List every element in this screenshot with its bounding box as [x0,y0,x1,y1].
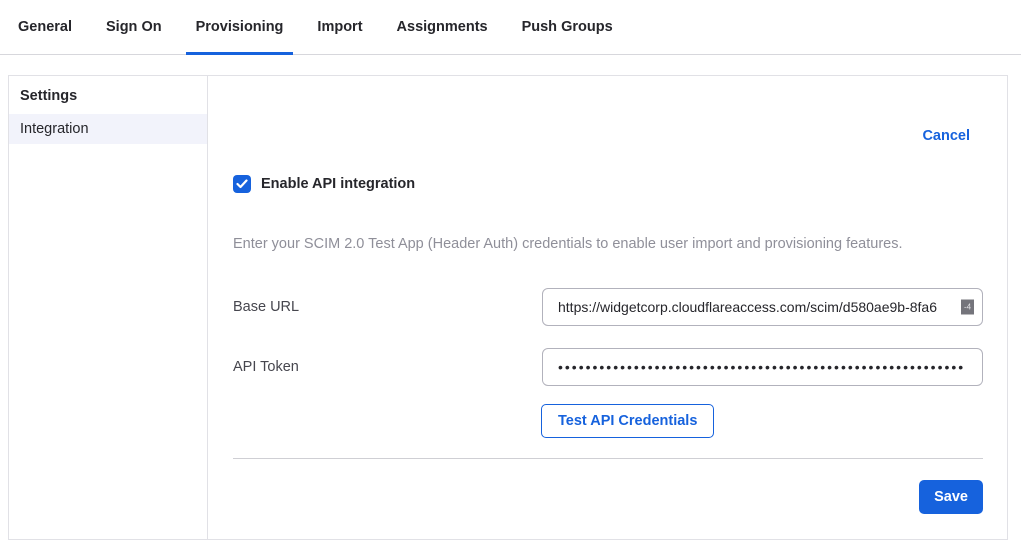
checkmark-icon [236,179,248,189]
base-url-label: Base URL [233,299,542,315]
base-url-input-wrap: -4 [542,288,983,326]
save-button[interactable]: Save [919,480,983,514]
tab-import[interactable]: Import [307,0,372,54]
enable-api-row: Enable API integration [233,175,983,193]
base-url-row: Base URL -4 [233,288,983,326]
test-api-credentials-button[interactable]: Test API Credentials [541,404,714,438]
settings-sidebar: Settings Integration [9,76,208,539]
test-credentials-row: Test API Credentials [541,404,983,438]
app-tab-bar: General Sign On Provisioning Import Assi… [0,0,1021,55]
tab-provisioning[interactable]: Provisioning [186,0,294,54]
form-footer-row: Save [233,480,983,514]
enable-api-checkbox[interactable] [233,175,251,193]
tab-sign-on[interactable]: Sign On [96,0,172,54]
tab-general[interactable]: General [8,0,82,54]
credentials-description: Enter your SCIM 2.0 Test App (Header Aut… [233,236,983,252]
sidebar-item-integration[interactable]: Integration [9,114,207,144]
tab-assignments[interactable]: Assignments [387,0,498,54]
sidebar-header: Settings [9,76,207,114]
api-token-input-wrap [542,348,983,386]
provisioning-panel: Settings Integration Cancel Enable API i… [8,75,1008,540]
api-token-row: API Token [233,348,983,386]
tab-push-groups[interactable]: Push Groups [512,0,623,54]
api-token-input[interactable] [542,348,983,386]
integration-settings-form: Cancel Enable API integration Enter your… [208,76,1007,539]
base-url-input[interactable] [542,288,983,326]
footer-divider [233,458,983,459]
enable-api-label: Enable API integration [261,176,415,192]
api-token-label: API Token [233,359,542,375]
form-header-row: Cancel [233,76,983,144]
cancel-button[interactable]: Cancel [922,128,970,144]
